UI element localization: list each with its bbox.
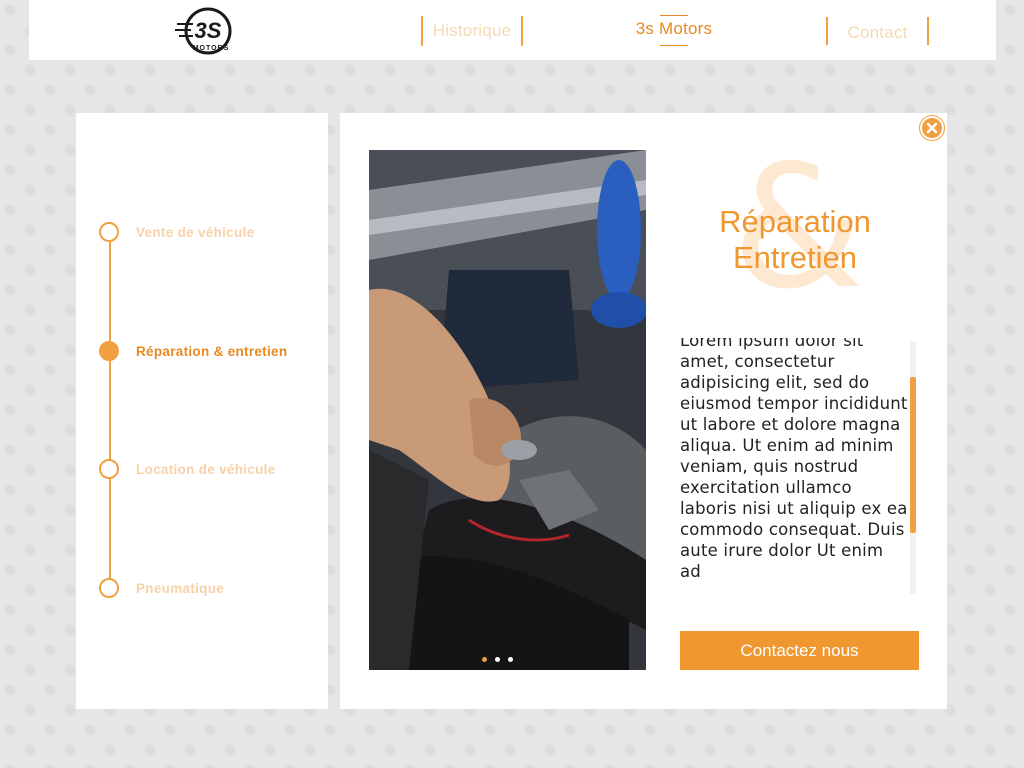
- scrollbar-thumb[interactable]: [910, 377, 916, 533]
- logo[interactable]: 3S MOTORS: [175, 6, 237, 56]
- service-title-line2: Entretien: [732, 240, 858, 275]
- top-header: 3S MOTORS Historique 3s Motors Contact: [29, 0, 996, 60]
- nav-active-indicator-top: [660, 15, 688, 16]
- timeline-dot: [99, 459, 119, 479]
- nav-active-indicator-bottom: [660, 45, 688, 46]
- service-label: Location de véhicule: [136, 461, 276, 477]
- nav-3s-motors[interactable]: 3s Motors: [624, 14, 724, 46]
- service-label: Réparation & entretien: [136, 343, 288, 359]
- timeline-line: [109, 233, 111, 589]
- nav-historique[interactable]: Historique: [421, 16, 523, 46]
- service-detail-panel: & Réparation Entretien Lorem ipsum dolor…: [340, 113, 947, 709]
- service-pneumatique[interactable]: Pneumatique: [99, 578, 224, 598]
- carousel-dot[interactable]: [495, 657, 500, 662]
- nav-contact[interactable]: Contact: [826, 17, 929, 45]
- service-title: Réparation Entretien: [680, 204, 910, 276]
- service-vente[interactable]: Vente de véhicule: [99, 222, 254, 242]
- svg-text:MOTORS: MOTORS: [193, 45, 230, 52]
- svg-text:3S: 3S: [195, 18, 222, 43]
- service-description: Lorem ipsum dolor sit amet, consectetur …: [680, 338, 908, 581]
- close-button[interactable]: [920, 116, 944, 140]
- close-icon: [926, 122, 938, 134]
- contact-us-button[interactable]: Contactez nous: [680, 631, 919, 670]
- service-reparation[interactable]: Réparation & entretien: [99, 341, 287, 361]
- nav-contact-label: Contact: [847, 23, 908, 42]
- nav-historique-label: Historique: [432, 21, 512, 40]
- carousel-dot[interactable]: [508, 657, 513, 662]
- engine-repair-photo: [369, 150, 646, 670]
- description-scroll-area[interactable]: Lorem ipsum dolor sit amet, consectetur …: [680, 338, 917, 594]
- timeline-dot-active: [99, 341, 119, 361]
- services-sidebar: Vente de véhicule Réparation & entretien…: [76, 113, 328, 709]
- service-label: Vente de véhicule: [136, 224, 255, 240]
- timeline-dot: [99, 578, 119, 598]
- carousel-dot-active[interactable]: [482, 657, 487, 662]
- engine-photo-illustration: [369, 150, 646, 670]
- service-title-line1: Réparation: [719, 204, 871, 239]
- timeline-dot: [99, 222, 119, 242]
- service-location[interactable]: Location de véhicule: [99, 459, 276, 479]
- nav-3s-motors-label: 3s Motors: [635, 19, 713, 38]
- service-label: Pneumatique: [136, 580, 225, 596]
- carousel-dots: [482, 657, 513, 662]
